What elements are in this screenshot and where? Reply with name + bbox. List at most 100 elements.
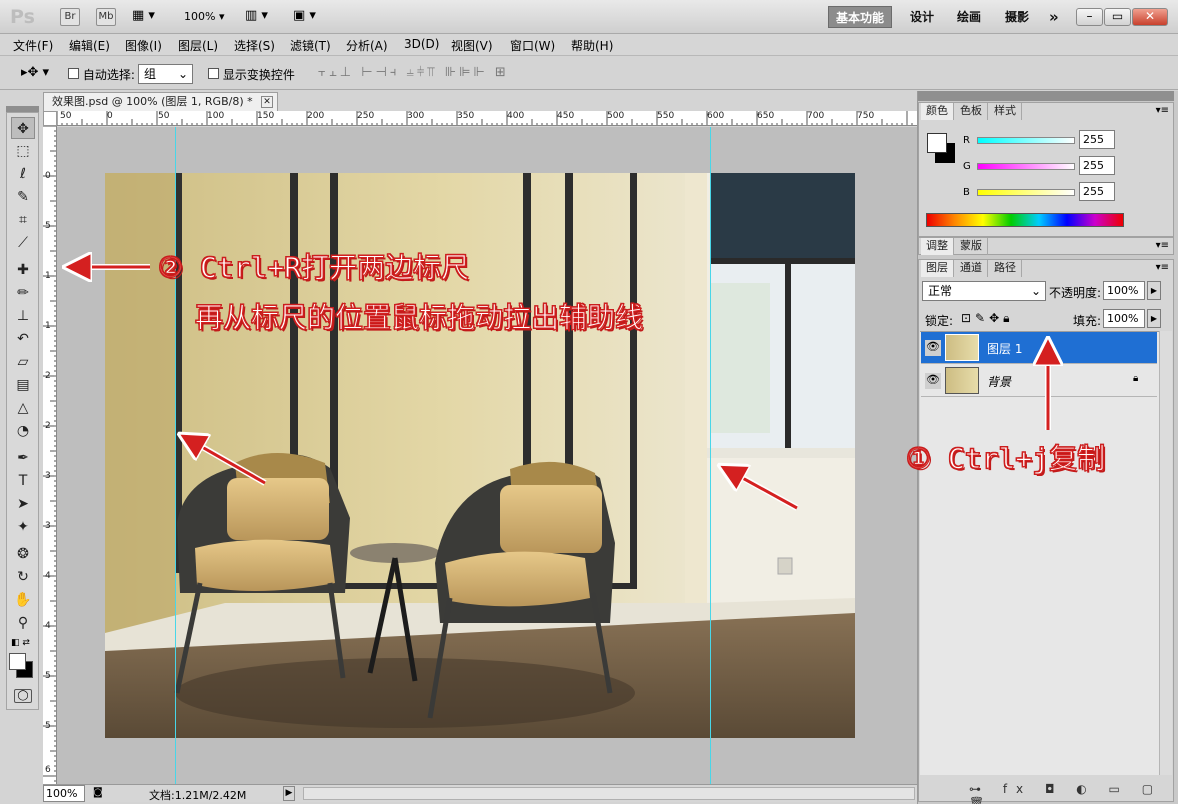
menu-layer[interactable]: 图层(L) — [178, 37, 218, 54]
blur-tool-icon[interactable]: △ — [11, 397, 35, 419]
tab-channels[interactable]: 通道 — [955, 260, 988, 277]
dock-grip[interactable] — [918, 91, 1174, 101]
move-tool-preset[interactable]: ▸✥ ▾ — [21, 65, 49, 80]
workspace-painting[interactable]: 绘画 — [950, 6, 988, 28]
panel-menu-icon[interactable]: ▾≡ — [1156, 105, 1169, 116]
eye-icon[interactable]: 👁︎ — [925, 373, 941, 389]
g-slider[interactable] — [977, 163, 1075, 170]
menu-view[interactable]: 视图(V) — [451, 37, 493, 54]
g-value-input[interactable]: 255 — [1079, 156, 1115, 175]
layer-actions-bar[interactable]: ⊶ fx ◘ ◐ ▭ ▢ 🗑︎ — [969, 782, 1173, 804]
view-extras-button[interactable]: ▦ ▾ — [132, 8, 166, 26]
lasso-tool-icon[interactable]: ℓ — [11, 163, 35, 185]
zoom-tool-icon[interactable]: ⚲ — [11, 612, 35, 634]
b-value-input[interactable]: 255 — [1079, 182, 1115, 201]
more-workspaces-button[interactable]: » — [1042, 6, 1066, 28]
gradient-tool-icon[interactable]: ▤ — [11, 374, 35, 396]
panel-menu-icon[interactable]: ▾≡ — [1156, 240, 1169, 251]
lock-buttons[interactable]: ⊡✎✥🔒︎ — [961, 311, 1014, 326]
screen-mode-button[interactable]: ▣ ▾ — [293, 8, 316, 23]
close-button[interactable]: ✕ — [1132, 8, 1168, 26]
tab-paths[interactable]: 路径 — [989, 260, 1022, 277]
eraser-tool-icon[interactable]: ▱ — [11, 351, 35, 373]
minimize-button[interactable]: – — [1076, 8, 1103, 26]
pen-tool-icon[interactable]: ✒ — [11, 447, 35, 469]
menu-filter[interactable]: 滤镜(T) — [290, 37, 331, 54]
tab-layers[interactable]: 图层 — [921, 260, 954, 277]
menu-file[interactable]: 文件(F) — [13, 37, 53, 54]
color-fg-swatch[interactable] — [927, 133, 947, 153]
show-transform-toggle[interactable]: 显示变换控件 — [208, 66, 295, 83]
minibridge-button[interactable]: Mb — [96, 8, 116, 26]
arrange-docs-button[interactable]: ▥ ▾ — [245, 8, 268, 23]
opacity-input[interactable]: 100% — [1103, 281, 1145, 300]
ruler-origin[interactable] — [43, 111, 57, 126]
tab-color[interactable]: 颜色 — [921, 103, 954, 120]
crop-tool-icon[interactable]: ⌗ — [11, 209, 35, 231]
canvas-area[interactable] — [57, 127, 917, 784]
foreground-color-swatch[interactable] — [9, 653, 26, 670]
brush-tool-icon[interactable]: ✏ — [11, 282, 35, 304]
hand-tool-icon[interactable]: ✋ — [11, 589, 35, 611]
menu-edit[interactable]: 编辑(E) — [69, 37, 110, 54]
document-tab[interactable]: 效果图.psd @ 100% (图层 1, RGB/8) * ✕ — [43, 92, 278, 111]
quick-mask-icon[interactable]: ◯ — [14, 689, 32, 703]
r-value-input[interactable]: 255 — [1079, 130, 1115, 149]
tab-styles[interactable]: 样式 — [989, 103, 1022, 120]
fill-arrow-icon[interactable]: ▶ — [1147, 309, 1161, 328]
3d-orbit-tool-icon[interactable]: ↻ — [11, 566, 35, 588]
opacity-arrow-icon[interactable]: ▶ — [1147, 281, 1161, 300]
3d-rotate-tool-icon[interactable]: ❂ — [11, 543, 35, 565]
status-preview-icon[interactable]: ◙ — [93, 787, 103, 798]
horizontal-ruler[interactable]: 50 0 50 100 150 200 250 300 350 400 450 … — [57, 111, 917, 126]
default-colors-icon[interactable]: ◧ ⇄ — [11, 638, 30, 648]
show-transform-checkbox[interactable] — [208, 68, 219, 79]
status-zoom-input[interactable]: 100% — [43, 785, 85, 802]
status-menu-arrow-icon[interactable]: ▶ — [283, 786, 295, 801]
menu-select[interactable]: 选择(S) — [234, 37, 275, 54]
type-tool-icon[interactable]: T — [11, 470, 35, 492]
workspace-essentials[interactable]: 基本功能 — [828, 6, 893, 28]
menu-window[interactable]: 窗口(W) — [510, 37, 555, 54]
guide-line-right[interactable] — [710, 127, 711, 784]
shape-tool-icon[interactable]: ✦ — [11, 516, 35, 538]
move-tool-icon[interactable]: ✥ — [11, 117, 35, 139]
fill-input[interactable]: 100% — [1103, 309, 1145, 328]
color-ramp[interactable] — [926, 213, 1124, 227]
guide-line-left[interactable] — [175, 127, 176, 784]
history-brush-tool-icon[interactable]: ↶ — [11, 328, 35, 350]
layer-row-layer1[interactable]: 👁︎ 图层 1 — [921, 332, 1157, 364]
marquee-tool-icon[interactable]: ⬚ — [11, 140, 35, 162]
path-select-tool-icon[interactable]: ➤ — [11, 493, 35, 515]
healing-brush-tool-icon[interactable]: ✚ — [11, 259, 35, 281]
panel-menu-icon[interactable]: ▾≡ — [1156, 262, 1169, 273]
workspace-photography[interactable]: 摄影 — [998, 6, 1036, 28]
layer-row-background[interactable]: 👁︎ 背景 🔒︎ — [921, 365, 1157, 397]
layers-scrollbar[interactable] — [1159, 331, 1172, 775]
tab-swatches[interactable]: 色板 — [955, 103, 988, 120]
quick-select-tool-icon[interactable]: ✎ — [11, 186, 35, 208]
align-buttons[interactable]: ⫟⫠⊥ ⊢⊣⫞ ⫨⫩⫪ ⊪⊫⊩ ⊞ — [318, 65, 509, 80]
b-slider[interactable] — [977, 189, 1075, 196]
menu-analysis[interactable]: 分析(A) — [346, 37, 388, 54]
menu-help[interactable]: 帮助(H) — [571, 37, 613, 54]
menu-image[interactable]: 图像(I) — [125, 37, 162, 54]
auto-select-checkbox[interactable] — [68, 68, 79, 79]
r-slider[interactable] — [977, 137, 1075, 144]
eyedropper-tool-icon[interactable]: ⟋ — [11, 232, 35, 254]
eye-icon[interactable]: 👁︎ — [925, 340, 941, 356]
zoom-level-select[interactable]: 100% ▾ — [184, 10, 224, 23]
horizontal-scrollbar[interactable] — [303, 787, 915, 800]
auto-select-dropdown[interactable]: 组 ⌄ — [138, 64, 193, 84]
vertical-ruler[interactable]: 0 5 1 1 2 2 3 3 4 4 5 5 6 — [43, 126, 57, 784]
close-tab-icon[interactable]: ✕ — [261, 96, 273, 108]
tab-adjustments[interactable]: 调整 — [921, 238, 954, 255]
menu-3d[interactable]: 3D(D) — [404, 37, 439, 51]
clone-stamp-tool-icon[interactable]: ⊥ — [11, 305, 35, 327]
bridge-button[interactable]: Br — [60, 8, 80, 26]
auto-select-toggle[interactable]: 自动选择: — [68, 66, 135, 83]
dodge-tool-icon[interactable]: ◔ — [11, 420, 35, 442]
maximize-button[interactable]: ▭ — [1104, 8, 1131, 26]
tab-masks[interactable]: 蒙版 — [955, 238, 988, 255]
workspace-design[interactable]: 设计 — [903, 6, 941, 28]
